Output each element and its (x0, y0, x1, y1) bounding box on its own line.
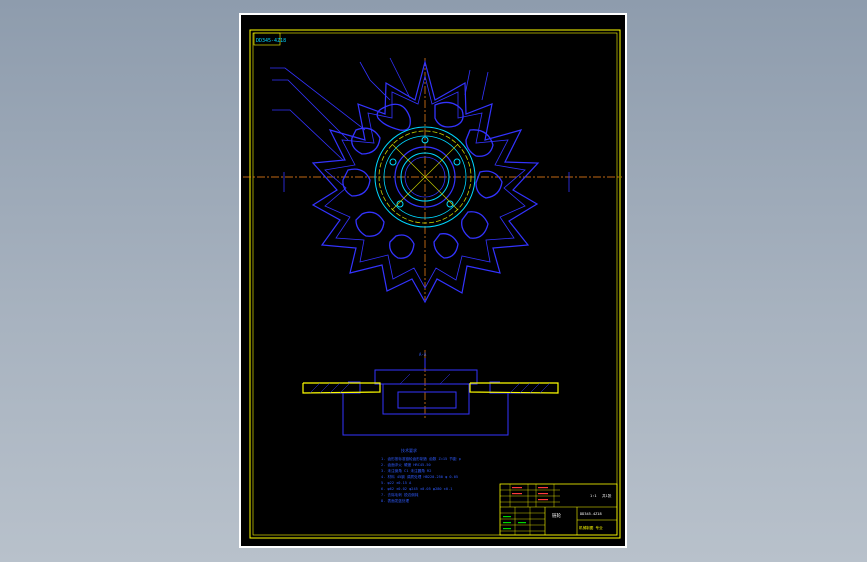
notes-line: 4. 材料 45钢 调质处理 HB220-250 φ 0.05 (381, 474, 458, 479)
notes-line: 8. 表面发蓝处理 (381, 498, 409, 503)
title-part-name: 链轮 (552, 512, 561, 519)
section-view (302, 358, 559, 436)
web-pockets (342, 101, 503, 259)
section-label: A-A (419, 352, 427, 357)
drawing-code-text: DD345-4Z18 (256, 38, 286, 44)
notes-line: 7. 去除毛刺 锐边倒钝 (381, 492, 419, 497)
title-block-green-marks (503, 516, 526, 530)
title-scale: 1:1 (590, 494, 597, 498)
notes-title: 技术要求 (401, 447, 417, 453)
notes-line: 1. 齿形按标准链轮齿形制造 齿数 Z=15 节距 p (381, 456, 461, 461)
drawing-sheet: DD345-4Z18 A-A 技术要求 1. 齿形按标准链轮齿形制造 齿数 Z=… (241, 15, 625, 546)
technical-notes: 技术要求 1. 齿形按标准链轮齿形制造 齿数 Z=15 节距 p 2. 齿面淬火… (381, 447, 461, 503)
cad-viewport[interactable]: DD345-4Z18 A-A 技术要求 1. 齿形按标准链轮齿形制造 齿数 Z=… (0, 0, 867, 562)
notes-line: 5. φ22 ±0.15 A (381, 481, 412, 485)
centerlines (243, 58, 622, 420)
notes-line: 6. φ62 ±0.02 φ245 ±0.05 φ280 ±0.1 (381, 487, 452, 491)
drawing-code-box: DD345-4Z18 (253, 32, 286, 46)
title-company: 机械制图 专业 (579, 525, 603, 530)
sprocket-outline (311, 59, 540, 304)
notes-line: 3. 未注倒角 C1 未注圆角 R2 (381, 468, 431, 473)
title-sheet: 共1张 (602, 493, 612, 498)
title-drawing-no: DD345-4Z18 (580, 512, 602, 516)
title-block: 链轮 DD345-4Z18 机械制图 专业 1:1 共1张 (499, 483, 618, 536)
title-block-marks (512, 487, 548, 501)
drawing-canvas: DD345-4Z18 A-A 技术要求 1. 齿形按标准链轮齿形制造 齿数 Z=… (243, 29, 622, 539)
notes-line: 2. 齿面淬火 硬度 HRC45-50 (381, 462, 431, 467)
